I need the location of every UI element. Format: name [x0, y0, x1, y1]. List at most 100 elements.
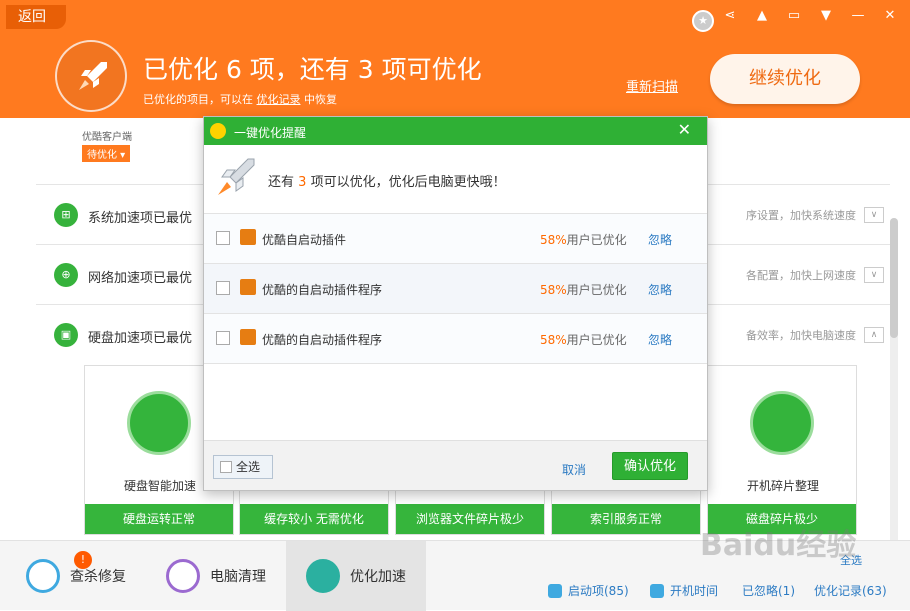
close-icon[interactable]: ✕ [678, 120, 691, 139]
chevron-up-icon[interactable]: ∧ [864, 327, 884, 343]
section-title: 网络加速项已最优 [88, 271, 193, 286]
plus-badge-icon [210, 123, 226, 139]
card-title: 开机碎片整理 [746, 479, 819, 493]
stat-history[interactable]: 优化记录(63) [814, 582, 887, 599]
header-subtitle: 已优化的项目，可以在 优化记录 中恢复 [143, 91, 337, 107]
pending-label: 优酷客户端 [82, 132, 132, 143]
optimize-reminder-dialog: 一键优化提醒 ✕ 还有 3 项可以优化，优化后电脑更快哦！ 优酷自启动插件 58… [203, 116, 708, 491]
plugin-checkbox[interactable] [216, 331, 230, 345]
youku-icon [240, 329, 256, 345]
pending-tag-label: 待优化 [87, 150, 117, 161]
chevron-down-icon[interactable]: ∨ [864, 267, 884, 283]
subtitle-suffix: 中恢复 [304, 93, 337, 106]
dialog-footer: 全选 取消 确认优化 [204, 440, 707, 490]
dialog-message: 还有 3 项可以优化，优化后电脑更快哦！ [204, 145, 707, 213]
scrollbar-thumb[interactable] [890, 218, 898, 338]
network-icon: ⊕ [54, 263, 78, 287]
stat-label: 已忽略(1) [742, 584, 795, 598]
stat-startup[interactable]: 启动项(85) [548, 582, 629, 599]
plugin-name: 优酷自启动插件 [262, 233, 347, 247]
window-controls: ⋖ ▲ ▭ ▼ — ✕ [720, 6, 900, 26]
pending-item: 优酷客户端 待优化 ▾ [82, 128, 132, 162]
startup-icon [548, 583, 562, 598]
share-icon[interactable]: ⋖ [720, 6, 740, 26]
select-all-checkbox[interactable] [220, 461, 232, 473]
plugin-percent: 58%用户已优化 [540, 281, 627, 298]
section-title: 系统加速项已最优 [88, 211, 193, 226]
nav-scan-repair[interactable]: 查杀修复 ! [26, 541, 156, 611]
watermark: Baidu经验 [700, 528, 857, 563]
broom-icon [166, 559, 200, 593]
plugin-percent-value: 58% [540, 283, 567, 297]
menu-icon[interactable]: ▼ [816, 6, 836, 26]
rocket-badge-icon [55, 40, 127, 112]
stat-label: 开机时间 [670, 584, 719, 598]
plugin-row[interactable]: 优酷自启动插件 58%用户已优化 忽略 [204, 213, 707, 263]
optimizer-window: 返回 ★ ⋖ ▲ ▭ ▼ — ✕ 已优化 6 项，还有 3 项可优化 已优化的项… [0, 0, 910, 611]
windows-icon: ⊞ [54, 203, 78, 227]
plugin-percent: 58%用户已优化 [540, 331, 627, 348]
rescan-link[interactable]: 重新扫描 [626, 76, 678, 95]
section-desc: 各配置，加快上网速度 [746, 269, 856, 282]
disk-icon: ▣ [54, 323, 78, 347]
plugin-checkbox[interactable] [216, 231, 230, 245]
plugin-percent-suffix: 用户已优化 [566, 233, 627, 247]
subtitle-prefix: 已优化的项目，可以在 [143, 93, 253, 106]
plugin-name: 优酷的自启动插件程序 [262, 333, 383, 347]
card-status: 硬盘运转正常 [85, 504, 233, 534]
lightning-icon [26, 559, 60, 593]
section-desc: 序设置，加快系统速度 [746, 209, 856, 222]
stat-label: 优化记录(63) [814, 584, 887, 598]
scrollbar[interactable] [890, 218, 898, 558]
nav-label: 查杀修复 [70, 569, 126, 585]
stat-ignored[interactable]: 已忽略(1) [742, 582, 795, 599]
dialog-titlebar: 一键优化提醒 ✕ [204, 117, 707, 145]
feedback-icon[interactable]: ▭ [784, 6, 804, 26]
optimize-history-link[interactable]: 优化记录 [257, 93, 301, 106]
card-boot-defrag[interactable]: 开机碎片整理 磁盘碎片极少 [707, 365, 857, 535]
section-desc: 备效率，加快电脑速度 [746, 329, 856, 342]
ignore-link[interactable]: 忽略 [648, 331, 672, 348]
dialog-title: 一键优化提醒 [234, 126, 307, 140]
confirm-optimize-button[interactable]: 确认优化 [612, 452, 688, 480]
star-badge-icon[interactable]: ★ [692, 10, 714, 32]
divider [204, 363, 707, 364]
plugin-checkbox[interactable] [216, 281, 230, 295]
nav-label: 电脑清理 [210, 569, 266, 585]
ignore-link[interactable]: 忽略 [648, 281, 672, 298]
minimize-icon[interactable]: — [848, 6, 868, 26]
nav-cleanup[interactable]: 电脑清理 [166, 541, 286, 611]
stat-boot-time[interactable]: 开机时间 [650, 582, 718, 599]
section-title: 硬盘加速项已最优 [88, 331, 193, 346]
plugin-percent-value: 58% [540, 233, 567, 247]
card-status: 浏览器文件碎片极少 [396, 504, 544, 534]
select-all-button[interactable]: 全选 [213, 455, 273, 479]
page-title: 已优化 6 项，还有 3 项可优化 [143, 55, 482, 84]
msg-prefix: 还有 [268, 175, 295, 190]
youku-icon [240, 279, 256, 295]
rocket-icon [218, 158, 255, 195]
nav-label: 优化加速 [350, 569, 406, 585]
alert-badge: ! [74, 551, 92, 569]
defrag-icon [750, 391, 814, 455]
continue-optimize-button[interactable]: 继续优化 [710, 54, 860, 104]
ignore-link[interactable]: 忽略 [648, 231, 672, 248]
chevron-down-icon[interactable]: ∨ [864, 207, 884, 223]
card-status: 缓存较小 无需优化 [240, 504, 388, 534]
plugin-percent-suffix: 用户已优化 [566, 333, 627, 347]
plugin-row[interactable]: 优酷的自启动插件程序 58%用户已优化 忽略 [204, 263, 707, 313]
card-status: 索引服务正常 [552, 504, 700, 534]
skin-icon[interactable]: ▲ [752, 6, 772, 26]
nav-optimize[interactable]: 优化加速 [286, 541, 426, 611]
plugin-percent-suffix: 用户已优化 [566, 283, 627, 297]
close-icon[interactable]: ✕ [880, 6, 900, 26]
cancel-button[interactable]: 取消 [562, 461, 586, 478]
back-button[interactable]: 返回 [6, 5, 66, 29]
header-banner: 返回 ★ ⋖ ▲ ▭ ▼ — ✕ 已优化 6 项，还有 3 项可优化 已优化的项… [0, 0, 910, 118]
select-all-label: 全选 [236, 460, 261, 474]
disk-accel-icon [127, 391, 191, 455]
msg-suffix: 项可以优化，优化后电脑更快哦！ [310, 175, 506, 190]
pending-tag[interactable]: 待优化 ▾ [82, 145, 131, 162]
plugin-row[interactable]: 优酷的自启动插件程序 58%用户已优化 忽略 [204, 313, 707, 363]
stat-label: 启动项(85) [568, 584, 629, 598]
